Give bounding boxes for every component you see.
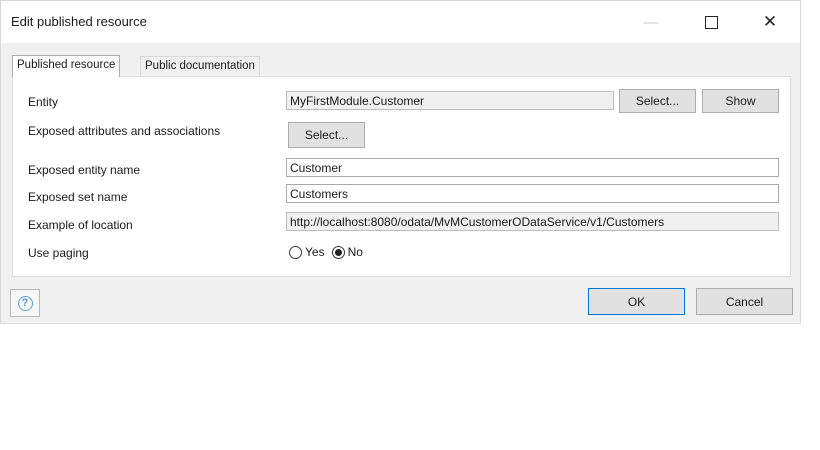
published-resource-panel: Entity MyFirstModule.Customer Select... … [12, 76, 791, 277]
use-paging-radio-group: Yes No [289, 245, 370, 259]
edit-published-resource-dialog: Edit published resource — ✕ Published re… [0, 0, 801, 324]
cancel-button[interactable]: Cancel [696, 288, 793, 315]
entity-label: Entity [28, 95, 59, 109]
radio-unchecked-icon [289, 245, 302, 259]
close-button[interactable]: ✕ [748, 7, 792, 37]
radio-checked-icon [331, 245, 345, 259]
use-paging-yes-option[interactable]: Yes [289, 245, 325, 259]
exposed-attributes-select-button[interactable]: Select... [288, 122, 365, 148]
exposed-set-name-field[interactable]: Customers [286, 184, 779, 203]
example-location-label: Example of location [28, 218, 133, 232]
minimize-icon: — [643, 13, 659, 31]
use-paging-no-label: No [347, 245, 363, 259]
use-paging-label: Use paging [28, 246, 89, 260]
exposed-entity-name-field[interactable]: Customer [286, 158, 779, 177]
exposed-attributes-label: Exposed attributes and associations [28, 124, 221, 138]
help-icon: ? [17, 295, 33, 311]
ok-button[interactable]: OK [588, 288, 685, 315]
maximize-button[interactable] [689, 7, 733, 37]
maximize-icon [704, 15, 718, 29]
help-button[interactable]: ? [10, 289, 40, 317]
entity-show-button[interactable]: Show [702, 89, 779, 113]
use-paging-no-option[interactable]: No [331, 245, 363, 259]
close-icon: ✕ [762, 12, 778, 31]
minimize-button[interactable]: — [629, 7, 673, 37]
tab-public-documentation[interactable]: Public documentation [140, 56, 260, 76]
entity-field: MyFirstModule.Customer [286, 91, 614, 110]
tab-published-resource[interactable]: Published resource [12, 55, 121, 77]
dialog-title: Edit published resource [11, 14, 147, 29]
exposed-entity-name-label: Exposed entity name [28, 163, 141, 177]
exposed-set-name-label: Exposed set name [28, 190, 128, 204]
entity-select-button[interactable]: Select... [619, 89, 696, 113]
use-paging-yes-label: Yes [305, 245, 325, 259]
title-bar: Edit published resource — ✕ [1, 1, 800, 43]
example-location-field: http://localhost:8080/odata/MvMCustomerO… [286, 212, 779, 231]
